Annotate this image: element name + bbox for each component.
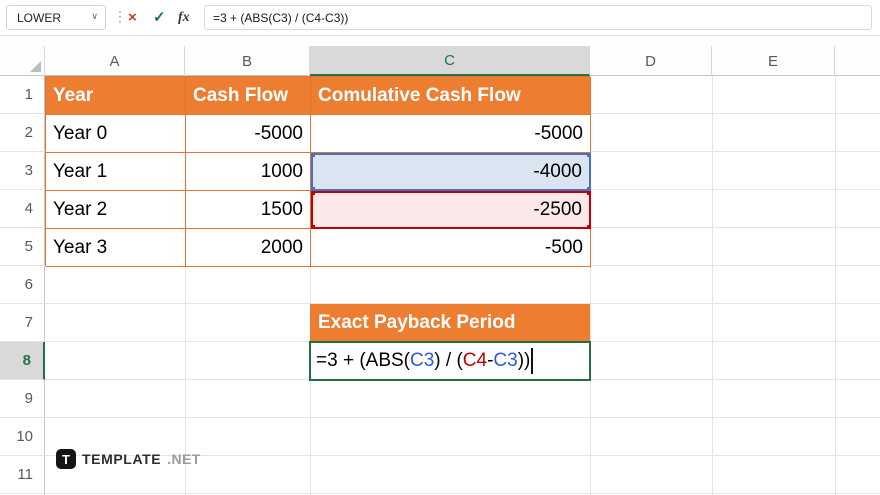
- row-header-6[interactable]: 6: [0, 266, 45, 304]
- template-logo-icon: T: [56, 449, 76, 469]
- column-header-c-selected[interactable]: C: [310, 46, 590, 76]
- cell-C4-value: -2500: [533, 199, 582, 220]
- column-header-row: A B C D E: [0, 46, 880, 76]
- selection-handle[interactable]: [313, 155, 315, 157]
- formula-bar: LOWER ∨ ⋮ × ✓ fx =3 + (ABS(C3) / (C4-C3)…: [0, 0, 880, 36]
- formula-part: ) / (: [434, 350, 463, 371]
- text-cursor: [531, 348, 534, 374]
- cell-A1[interactable]: Year: [46, 77, 186, 115]
- watermark-brand-text: TEMPLATE: [82, 451, 162, 467]
- cell-C8-formula-edit[interactable]: =3 + (ABS( C3 ) / ( C4 - C3 )): [309, 341, 591, 381]
- cell-A2[interactable]: Year 0: [46, 115, 186, 153]
- row-header-3[interactable]: 3: [0, 152, 45, 190]
- formula-part-ref-c3: C3: [493, 350, 518, 371]
- row-header-4[interactable]: 4: [0, 190, 45, 228]
- insert-function-icon[interactable]: fx: [178, 8, 190, 28]
- cell-A5[interactable]: Year 3: [46, 229, 186, 267]
- cell-B3[interactable]: 1000: [186, 153, 311, 191]
- row-header-2[interactable]: 2: [0, 114, 45, 152]
- column-header-b[interactable]: B: [185, 46, 310, 76]
- cell-B4[interactable]: 1500: [186, 191, 311, 229]
- cell-C4-referenced[interactable]: -2500: [311, 191, 591, 229]
- row-header-7[interactable]: 7: [0, 304, 45, 342]
- row-header-5[interactable]: 5: [0, 228, 45, 266]
- name-box[interactable]: LOWER ∨: [6, 5, 106, 30]
- formula-input[interactable]: =3 + (ABS(C3) / (C4-C3)): [204, 5, 872, 30]
- cell-C2[interactable]: -5000: [311, 115, 591, 153]
- cash-flow-table: Year Cash Flow Comulative Cash Flow Year…: [45, 76, 591, 267]
- formula-bar-text: =3 + (ABS(C3) / (C4-C3)): [213, 10, 349, 25]
- select-all-triangle-icon: [30, 61, 41, 72]
- row-header-1[interactable]: 1: [0, 76, 45, 114]
- name-box-value: LOWER: [17, 10, 62, 25]
- chevron-down-icon[interactable]: ∨: [91, 11, 98, 22]
- cell-A4[interactable]: Year 2: [46, 191, 186, 229]
- cancel-icon[interactable]: ×: [128, 8, 137, 28]
- selection-handle[interactable]: [313, 225, 315, 227]
- cell-C3-value: -4000: [533, 161, 582, 182]
- template-net-watermark: T TEMPLATE .NET: [56, 449, 201, 469]
- row-header-9[interactable]: 9: [0, 380, 45, 418]
- gridline-vertical: [835, 76, 836, 495]
- row-header-8-selected[interactable]: 8: [0, 342, 45, 380]
- selection-handle[interactable]: [587, 225, 589, 227]
- gridline-vertical: [712, 76, 713, 495]
- selection-handle[interactable]: [587, 155, 589, 157]
- formula-part-ref-c3: C3: [410, 350, 435, 371]
- cell-C5[interactable]: -500: [311, 229, 591, 267]
- watermark-suffix-text: .NET: [167, 451, 201, 467]
- row-header-column: 1 2 3 4 5 6 7 8 9 10 11: [0, 76, 45, 495]
- cell-B2[interactable]: -5000: [186, 115, 311, 153]
- select-all-corner[interactable]: [0, 46, 45, 76]
- selection-handle[interactable]: [587, 193, 589, 195]
- formula-part: )): [517, 350, 531, 371]
- cell-C3-referenced[interactable]: -4000: [311, 153, 591, 191]
- grip-dots-icon: ⋮: [113, 8, 127, 24]
- cell-B5[interactable]: 2000: [186, 229, 311, 267]
- cell-C1[interactable]: Comulative Cash Flow: [311, 77, 591, 115]
- selection-handle[interactable]: [313, 193, 315, 195]
- enter-icon[interactable]: ✓: [153, 8, 166, 28]
- formula-part-ref-c4: C4: [462, 350, 488, 371]
- column-header-e[interactable]: E: [712, 46, 835, 76]
- formula-part: =3 + (ABS(: [316, 350, 410, 371]
- column-header-a[interactable]: A: [45, 46, 185, 76]
- cell-C7-payback-header[interactable]: Exact Payback Period: [310, 304, 590, 342]
- column-header-d[interactable]: D: [590, 46, 712, 76]
- row-header-10[interactable]: 10: [0, 418, 45, 456]
- cell-A3[interactable]: Year 1: [46, 153, 186, 191]
- row-header-11[interactable]: 11: [0, 456, 45, 494]
- cell-B1[interactable]: Cash Flow: [186, 77, 311, 115]
